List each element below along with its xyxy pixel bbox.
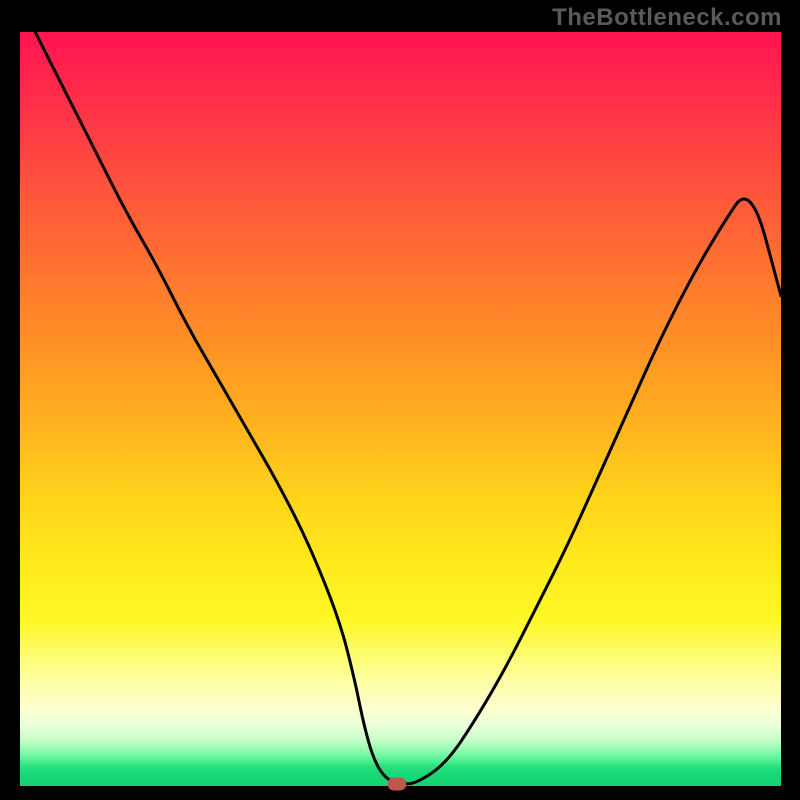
optimal-point-marker (388, 777, 406, 790)
bottleneck-curve (35, 32, 781, 784)
chart-frame: TheBottleneck.com (0, 0, 800, 800)
curve-svg (20, 32, 781, 786)
watermark-text: TheBottleneck.com (552, 4, 782, 32)
plot-area (20, 32, 781, 786)
